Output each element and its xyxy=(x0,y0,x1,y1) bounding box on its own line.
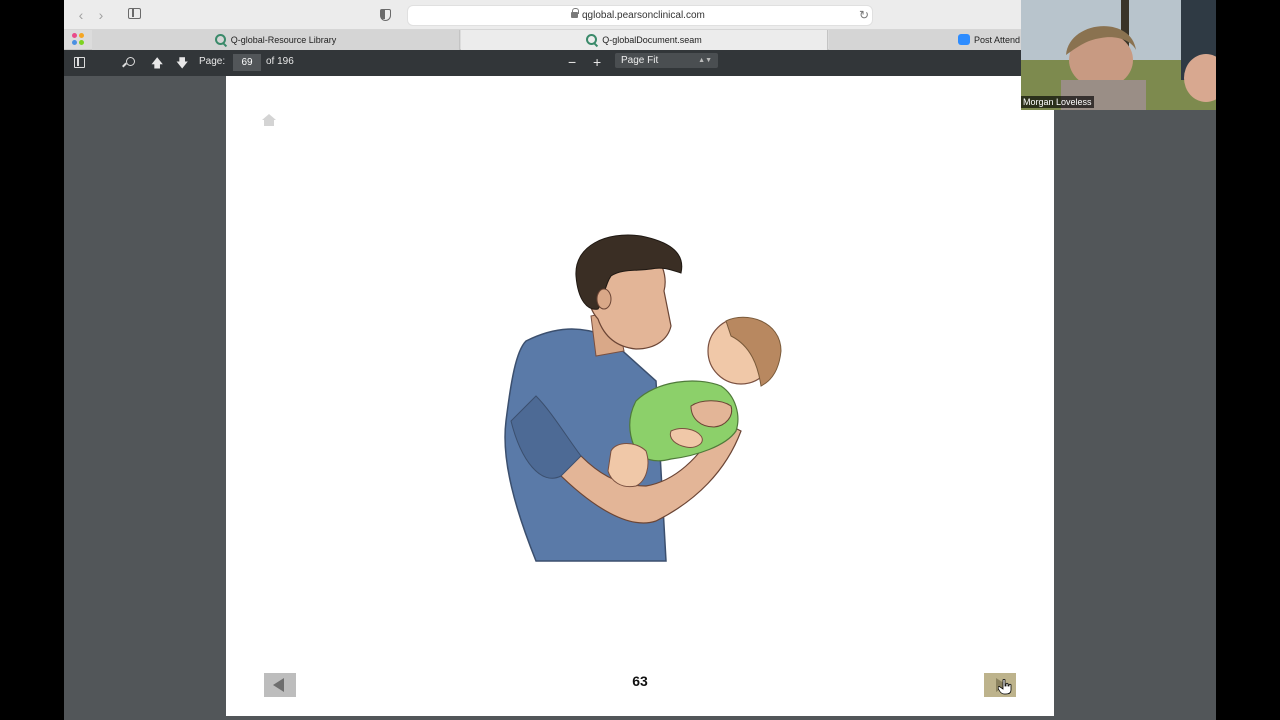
zoom-icon xyxy=(958,34,970,45)
toggle-sidebar-icon[interactable] xyxy=(74,57,85,68)
search-icon[interactable] xyxy=(126,57,135,66)
page-number-input[interactable] xyxy=(233,54,261,71)
lock-icon xyxy=(571,8,579,18)
apps-icon[interactable] xyxy=(72,33,85,46)
forward-button[interactable]: › xyxy=(92,7,110,23)
hand-cursor-icon xyxy=(998,679,1012,695)
next-page-icon[interactable]: 🡇 xyxy=(176,55,188,71)
zoom-out-icon[interactable]: − xyxy=(568,54,576,70)
tab-label: Q-global-Resource Library xyxy=(230,35,337,45)
qglobal-icon xyxy=(214,34,226,45)
page-label: Page: xyxy=(199,56,226,67)
tab-document[interactable]: Q-globalDocument.seam xyxy=(461,30,828,50)
page-total: of 196 xyxy=(266,56,294,67)
tab-resource-library[interactable]: Q-global-Resource Library xyxy=(92,30,460,50)
sidebar-toggle-icon[interactable] xyxy=(128,8,141,19)
video-feed xyxy=(1021,0,1216,110)
qglobal-icon xyxy=(586,34,598,45)
zoom-in-icon[interactable]: + xyxy=(593,54,601,70)
back-button[interactable]: ‹ xyxy=(72,7,90,23)
reload-icon[interactable]: ↻ xyxy=(859,8,869,22)
man-holding-baby-illustration xyxy=(504,234,782,562)
zoom-select-value: Page Fit xyxy=(621,55,659,66)
home-icon[interactable] xyxy=(262,114,276,126)
tab-post-attend[interactable]: Post Attend xyxy=(829,30,1029,50)
previous-page-icon[interactable]: 🡅 xyxy=(151,55,163,71)
screen: ‹ › qglobal.pearsonclinical.com ↻ Q-glob… xyxy=(0,0,1280,720)
tab-label: Post Attend xyxy=(974,35,1021,45)
tab-label: Q-globalDocument.seam xyxy=(602,35,702,45)
select-arrows-icon: ▲▼ xyxy=(698,57,712,64)
privacy-shield-icon[interactable] xyxy=(380,9,391,21)
video-participant: Morgan Loveless xyxy=(1021,0,1216,110)
address-bar[interactable]: qglobal.pearsonclinical.com ↻ xyxy=(407,5,873,26)
document-page: 63 xyxy=(226,76,1054,716)
url-text: qglobal.pearsonclinical.com xyxy=(582,10,705,21)
participant-name: Morgan Loveless xyxy=(1021,96,1094,108)
page-number: 63 xyxy=(632,673,648,689)
next-page-button[interactable] xyxy=(984,673,1016,697)
zoom-select[interactable]: Page Fit ▲▼ xyxy=(615,53,718,68)
